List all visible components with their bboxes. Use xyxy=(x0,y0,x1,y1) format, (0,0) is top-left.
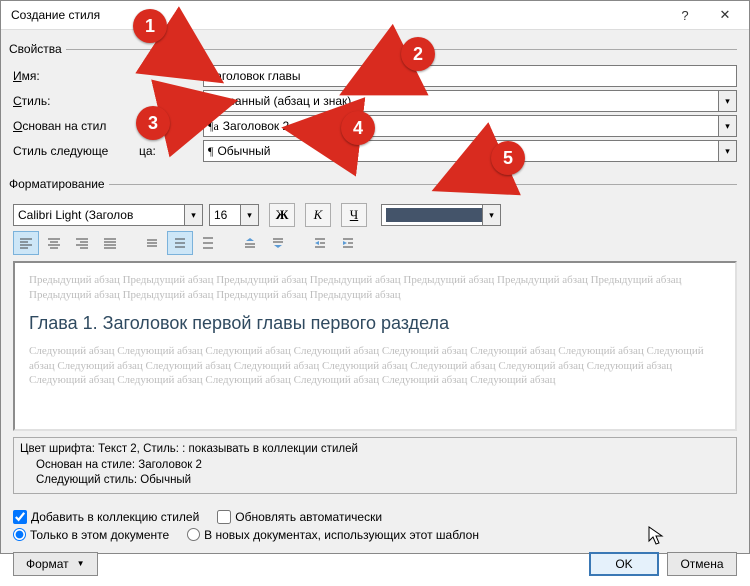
ok-button-label: OK xyxy=(615,557,632,571)
indent-group xyxy=(307,231,361,255)
based-on-value: Заголовок 2 xyxy=(223,119,289,133)
style-summary: Цвет шрифта: Текст 2, Стиль: : показыват… xyxy=(13,437,737,494)
line-spacing-group xyxy=(139,231,221,255)
formatting-section: Форматирование Calibri Light (Заголов ▾ … xyxy=(13,177,737,498)
format-menu-button[interactable]: Формат xyxy=(13,552,98,576)
chevron-down-icon: ▾ xyxy=(184,205,202,225)
auto-update-checkbox[interactable]: Обновлять автоматически xyxy=(217,510,382,524)
auto-update-input[interactable] xyxy=(217,510,231,524)
chevron-down-icon: ▾ xyxy=(718,141,736,161)
para-spacing-group xyxy=(237,231,291,255)
font-family-value: Calibri Light (Заголов xyxy=(18,208,133,222)
align-center-button[interactable] xyxy=(41,231,67,255)
add-to-gallery-input[interactable] xyxy=(13,510,27,524)
align-left-button[interactable] xyxy=(13,231,39,255)
cancel-button-label: Отмена xyxy=(680,557,723,571)
callout-4: 4 xyxy=(341,111,375,145)
preview-prev-text: Предыдущий абзац Предыдущий абзац Предыд… xyxy=(29,273,721,303)
add-to-gallery-checkbox[interactable]: Добавить в коллекцию стилей xyxy=(13,510,199,524)
chevron-down-icon: ▾ xyxy=(240,205,258,225)
properties-legend: Свойства xyxy=(9,42,66,56)
callout-1: 1 xyxy=(133,9,167,43)
only-this-doc-radio[interactable]: Только в этом документе xyxy=(13,528,169,542)
close-button[interactable]: ✕ xyxy=(705,1,745,29)
font-family-select[interactable]: Calibri Light (Заголов ▾ xyxy=(13,204,203,226)
style-type-label: Стиль: xyxy=(13,94,203,108)
style-preview: Предыдущий абзац Предыдущий абзац Предыд… xyxy=(13,261,737,431)
underline-button[interactable]: Ч xyxy=(341,203,367,227)
indent-increase-button[interactable] xyxy=(307,231,333,255)
chevron-down-icon: ▾ xyxy=(482,205,500,225)
chevron-down-icon: ▾ xyxy=(718,116,736,136)
next-style-select[interactable]: ¶ Обычный ▾ xyxy=(203,140,737,162)
summary-line-2: Основан на стиле: Заголовок 2 xyxy=(20,458,730,474)
create-style-dialog: Создание стиля ? ✕ Свойства Имя: Стиль: … xyxy=(0,0,750,554)
name-input[interactable] xyxy=(203,65,737,87)
cancel-button[interactable]: Отмена xyxy=(667,552,737,576)
line-spacing-2-button[interactable] xyxy=(195,231,221,255)
window-title: Создание стиля xyxy=(11,8,665,22)
chevron-down-icon: ▾ xyxy=(718,91,736,111)
ok-button[interactable]: OK xyxy=(589,552,659,576)
line-spacing-1-button[interactable] xyxy=(139,231,165,255)
line-spacing-1_5-button[interactable] xyxy=(167,231,193,255)
bold-button[interactable]: Ж xyxy=(269,203,295,227)
font-size-select[interactable]: 16 ▾ xyxy=(209,204,259,226)
titlebar: Создание стиля ? ✕ xyxy=(1,1,749,30)
cursor-icon xyxy=(648,526,664,551)
preview-next-text: Следующий абзац Следующий абзац Следующи… xyxy=(29,344,721,389)
color-swatch xyxy=(386,208,496,222)
help-button[interactable]: ? xyxy=(665,1,705,29)
font-color-select[interactable]: ▾ xyxy=(381,204,501,226)
only-this-doc-input[interactable] xyxy=(13,528,26,541)
new-docs-radio[interactable]: В новых документах, использующих этот ша… xyxy=(187,528,479,542)
formatting-legend: Форматирование xyxy=(9,177,109,191)
italic-button[interactable]: К xyxy=(305,203,331,227)
callout-3: 3 xyxy=(136,106,170,140)
style-type-value: Связанный (абзац и знак) xyxy=(208,94,351,108)
paragraph-icon: ¶a xyxy=(208,119,219,134)
style-type-select[interactable]: Связанный (абзац и знак) ▾ xyxy=(203,90,737,112)
format-button-label: Формат xyxy=(26,557,69,571)
font-size-value: 16 xyxy=(214,208,227,222)
based-on-select[interactable]: ¶a Заголовок 2 ▾ xyxy=(203,115,737,137)
next-style-value: Обычный xyxy=(217,144,270,158)
align-right-button[interactable] xyxy=(69,231,95,255)
align-justify-button[interactable] xyxy=(97,231,123,255)
summary-line-1: Цвет шрифта: Текст 2, Стиль: : показыват… xyxy=(20,442,730,458)
alignment-group xyxy=(13,231,123,255)
callout-5: 5 xyxy=(491,141,525,175)
spacing-before-inc-button[interactable] xyxy=(237,231,263,255)
new-docs-input[interactable] xyxy=(187,528,200,541)
preview-sample-text: Глава 1. Заголовок первой главы первого … xyxy=(29,313,721,334)
based-on-label: Основан на стил xyxy=(13,119,203,133)
indent-decrease-button[interactable] xyxy=(335,231,361,255)
name-label: Имя: xyxy=(13,69,203,83)
callout-2: 2 xyxy=(401,37,435,71)
spacing-before-dec-button[interactable] xyxy=(265,231,291,255)
paragraph-icon: ¶ xyxy=(208,144,213,159)
summary-line-3: Следующий стиль: Обычный xyxy=(20,473,730,489)
properties-section: Свойства Имя: Стиль: Связанный (абзац и … xyxy=(13,42,737,169)
next-style-label: Стиль следующе XXX ца: xyxy=(13,144,203,158)
